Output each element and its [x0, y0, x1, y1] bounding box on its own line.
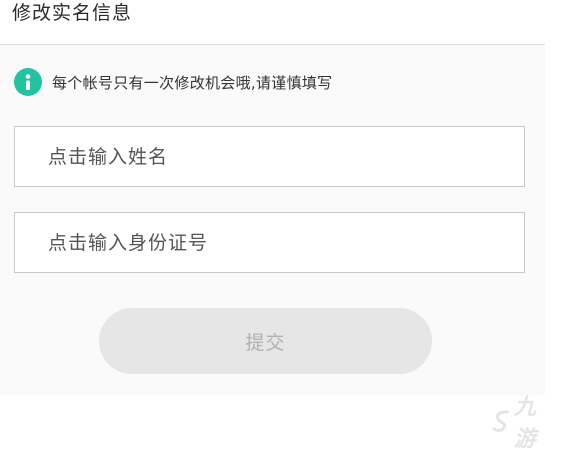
notice-text: 每个帐号只有一次修改机会哦,请谨慎填写 [52, 73, 333, 92]
name-field[interactable] [14, 126, 525, 187]
header-bar: 修改实名信息 [0, 0, 545, 45]
submit-button[interactable]: 提交 [99, 308, 432, 374]
notice-banner: 每个帐号只有一次修改机会哦,请谨慎填写 [14, 68, 332, 96]
watermark-logo: 九游 [492, 389, 545, 453]
page-title: 修改实名信息 [12, 2, 133, 24]
form-content: 每个帐号只有一次修改机会哦,请谨慎填写 提交 九游 [0, 45, 545, 452]
watermark-text: 九游 [513, 395, 536, 452]
watermark-s-icon [492, 410, 509, 432]
id-number-field[interactable] [14, 212, 525, 273]
name-input[interactable] [15, 127, 524, 186]
info-icon [14, 68, 42, 96]
id-number-input[interactable] [15, 213, 524, 272]
